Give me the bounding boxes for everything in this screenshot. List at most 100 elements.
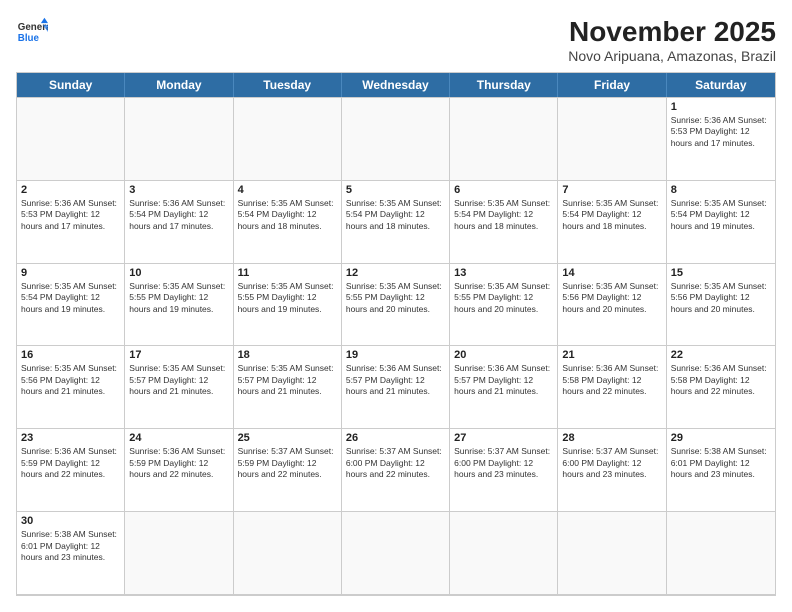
day-header-saturday: Saturday <box>667 73 775 97</box>
day-info: Sunrise: 5:35 AM Sunset: 5:54 PM Dayligh… <box>238 198 337 232</box>
day-number: 12 <box>346 267 445 279</box>
day-number: 19 <box>346 349 445 361</box>
calendar-cell: 11 Sunrise: 5:35 AM Sunset: 5:55 PM Dayli… <box>234 264 342 346</box>
day-number: 27 <box>454 432 553 444</box>
day-info: Sunrise: 5:35 AM Sunset: 5:55 PM Dayligh… <box>129 281 228 315</box>
day-info: Sunrise: 5:35 AM Sunset: 5:54 PM Dayligh… <box>346 198 445 232</box>
logo: General Blue <box>16 16 48 48</box>
calendar-cell <box>17 98 125 180</box>
day-number: 18 <box>238 349 337 361</box>
calendar-body: 1 Sunrise: 5:36 AM Sunset: 5:53 PM Daylig… <box>17 97 775 595</box>
calendar-cell <box>450 512 558 594</box>
calendar-cell: 5 Sunrise: 5:35 AM Sunset: 5:54 PM Daylig… <box>342 181 450 263</box>
day-number: 14 <box>562 267 661 279</box>
day-info: Sunrise: 5:36 AM Sunset: 5:57 PM Dayligh… <box>346 363 445 397</box>
day-info: Sunrise: 5:35 AM Sunset: 5:56 PM Dayligh… <box>21 363 120 397</box>
day-info: Sunrise: 5:35 AM Sunset: 5:56 PM Dayligh… <box>562 281 661 315</box>
day-number: 25 <box>238 432 337 444</box>
calendar-cell: 12Sunrise: 5:35 AM Sunset: 5:55 PM Dayli… <box>342 264 450 346</box>
day-number: 4 <box>238 184 337 196</box>
calendar-cell: 1 Sunrise: 5:36 AM Sunset: 5:53 PM Daylig… <box>667 98 775 180</box>
day-number: 29 <box>671 432 771 444</box>
calendar-cell: 2Sunrise: 5:36 AM Sunset: 5:53 PM Daylig… <box>17 181 125 263</box>
day-number: 22 <box>671 349 771 361</box>
day-header-thursday: Thursday <box>450 73 558 97</box>
day-number: 21 <box>562 349 661 361</box>
calendar-cell: 30 Sunrise: 5:38 AM Sunset: 6:01 PM Dayli… <box>17 512 125 594</box>
calendar-cell: 28Sunrise: 5:37 AM Sunset: 6:00 PM Dayli… <box>558 429 666 511</box>
day-number: 1 <box>671 101 771 113</box>
day-info: Sunrise: 5:35 AM Sunset: 5:55 PM Dayligh… <box>454 281 553 315</box>
calendar-cell: 14 Sunrise: 5:35 AM Sunset: 5:56 PM Dayli… <box>558 264 666 346</box>
calendar-cell: 29 Sunrise: 5:38 AM Sunset: 6:01 PM Dayli… <box>667 429 775 511</box>
day-info: Sunrise: 5:38 AM Sunset: 6:01 PM Dayligh… <box>21 529 120 563</box>
calendar-cell <box>125 98 233 180</box>
day-header-sunday: Sunday <box>17 73 125 97</box>
day-info: Sunrise: 5:36 AM Sunset: 5:54 PM Dayligh… <box>129 198 228 232</box>
day-number: 6 <box>454 184 553 196</box>
calendar-cell: 23 Sunrise: 5:36 AM Sunset: 5:59 PM Dayli… <box>17 429 125 511</box>
day-info: Sunrise: 5:36 AM Sunset: 5:58 PM Dayligh… <box>562 363 661 397</box>
day-number: 20 <box>454 349 553 361</box>
day-number: 24 <box>129 432 228 444</box>
day-number: 13 <box>454 267 553 279</box>
calendar-week-3: 9Sunrise: 5:35 AM Sunset: 5:54 PM Daylig… <box>17 263 775 346</box>
calendar-cell: 17 Sunrise: 5:35 AM Sunset: 5:57 PM Dayli… <box>125 346 233 428</box>
calendar-cell <box>667 512 775 594</box>
calendar-cell: 24Sunrise: 5:36 AM Sunset: 5:59 PM Dayli… <box>125 429 233 511</box>
day-info: Sunrise: 5:35 AM Sunset: 5:54 PM Dayligh… <box>21 281 120 315</box>
day-header-friday: Friday <box>558 73 666 97</box>
calendar-cell: 7 Sunrise: 5:35 AM Sunset: 5:54 PM Daylig… <box>558 181 666 263</box>
day-number: 7 <box>562 184 661 196</box>
calendar-cell: 6Sunrise: 5:35 AM Sunset: 5:54 PM Daylig… <box>450 181 558 263</box>
calendar-cell <box>558 512 666 594</box>
calendar-cell: 22 Sunrise: 5:36 AM Sunset: 5:58 PM Dayli… <box>667 346 775 428</box>
main-title: November 2025 <box>568 16 776 48</box>
calendar-cell: 26 Sunrise: 5:37 AM Sunset: 6:00 PM Dayli… <box>342 429 450 511</box>
day-info: Sunrise: 5:35 AM Sunset: 5:56 PM Dayligh… <box>671 281 771 315</box>
calendar-cell: 19 Sunrise: 5:36 AM Sunset: 5:57 PM Dayli… <box>342 346 450 428</box>
calendar-cell: 15Sunrise: 5:35 AM Sunset: 5:56 PM Dayli… <box>667 264 775 346</box>
day-info: Sunrise: 5:37 AM Sunset: 6:00 PM Dayligh… <box>346 446 445 480</box>
svg-text:Blue: Blue <box>18 33 40 44</box>
day-info: Sunrise: 5:36 AM Sunset: 5:53 PM Dayligh… <box>21 198 120 232</box>
day-info: Sunrise: 5:36 AM Sunset: 5:57 PM Dayligh… <box>454 363 553 397</box>
day-number: 23 <box>21 432 120 444</box>
day-info: Sunrise: 5:36 AM Sunset: 5:59 PM Dayligh… <box>21 446 120 480</box>
day-info: Sunrise: 5:37 AM Sunset: 5:59 PM Dayligh… <box>238 446 337 480</box>
day-info: Sunrise: 5:35 AM Sunset: 5:54 PM Dayligh… <box>562 198 661 232</box>
calendar-week-4: 16Sunrise: 5:35 AM Sunset: 5:56 PM Dayli… <box>17 345 775 428</box>
day-number: 30 <box>21 515 120 527</box>
calendar: SundayMondayTuesdayWednesdayThursdayFrid… <box>16 72 776 596</box>
day-number: 11 <box>238 267 337 279</box>
calendar-cell: 13 Sunrise: 5:35 AM Sunset: 5:55 PM Dayli… <box>450 264 558 346</box>
svg-text:General: General <box>18 22 48 33</box>
calendar-cell: 18Sunrise: 5:35 AM Sunset: 5:57 PM Dayli… <box>234 346 342 428</box>
day-number: 10 <box>129 267 228 279</box>
day-number: 28 <box>562 432 661 444</box>
calendar-cell: 9Sunrise: 5:35 AM Sunset: 5:54 PM Daylig… <box>17 264 125 346</box>
day-info: Sunrise: 5:35 AM Sunset: 5:55 PM Dayligh… <box>238 281 337 315</box>
day-info: Sunrise: 5:37 AM Sunset: 6:00 PM Dayligh… <box>454 446 553 480</box>
day-info: Sunrise: 5:36 AM Sunset: 5:58 PM Dayligh… <box>671 363 771 397</box>
day-info: Sunrise: 5:35 AM Sunset: 5:57 PM Dayligh… <box>129 363 228 397</box>
day-number: 17 <box>129 349 228 361</box>
calendar-cell: 25 Sunrise: 5:37 AM Sunset: 5:59 PM Dayli… <box>234 429 342 511</box>
subtitle: Novo Aripuana, Amazonas, Brazil <box>568 48 776 64</box>
day-header-monday: Monday <box>125 73 233 97</box>
day-number: 26 <box>346 432 445 444</box>
calendar-week-6: 30 Sunrise: 5:38 AM Sunset: 6:01 PM Dayli… <box>17 511 775 595</box>
calendar-cell: 16Sunrise: 5:35 AM Sunset: 5:56 PM Dayli… <box>17 346 125 428</box>
day-number: 3 <box>129 184 228 196</box>
header: General Blue November 2025 Novo Aripuana… <box>16 16 776 64</box>
calendar-cell <box>450 98 558 180</box>
calendar-cell: 10 Sunrise: 5:35 AM Sunset: 5:55 PM Dayli… <box>125 264 233 346</box>
page: General Blue November 2025 Novo Aripuana… <box>0 0 792 612</box>
calendar-cell: 8Sunrise: 5:35 AM Sunset: 5:54 PM Daylig… <box>667 181 775 263</box>
day-info: Sunrise: 5:38 AM Sunset: 6:01 PM Dayligh… <box>671 446 771 480</box>
day-number: 5 <box>346 184 445 196</box>
calendar-cell: 21 Sunrise: 5:36 AM Sunset: 5:58 PM Dayli… <box>558 346 666 428</box>
day-info: Sunrise: 5:36 AM Sunset: 5:53 PM Dayligh… <box>671 115 771 149</box>
day-header-wednesday: Wednesday <box>342 73 450 97</box>
day-header-tuesday: Tuesday <box>234 73 342 97</box>
